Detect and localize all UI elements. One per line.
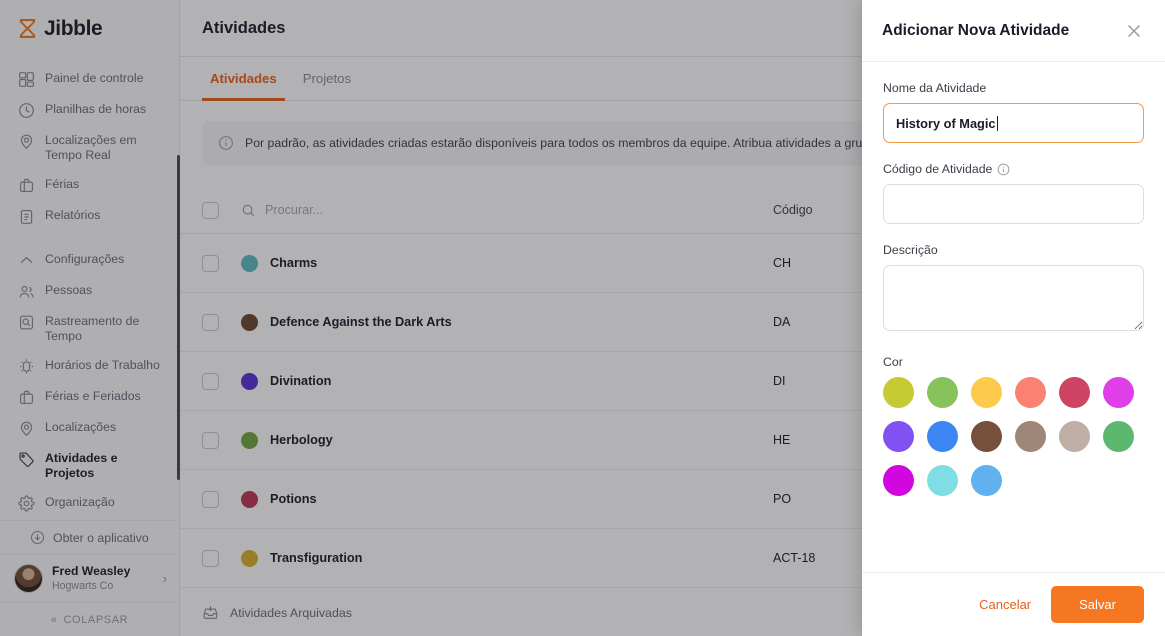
label-nome-da-atividade: Nome da Atividade	[883, 81, 1144, 95]
color-swatch[interactable]	[883, 421, 914, 452]
modal-body: Nome da Atividade History of Magic Códig…	[862, 62, 1165, 572]
color-swatch[interactable]	[1059, 421, 1090, 452]
color-swatch[interactable]	[1103, 421, 1134, 452]
color-swatch[interactable]	[971, 465, 1002, 496]
color-swatch[interactable]	[1103, 377, 1134, 408]
color-swatch[interactable]	[927, 465, 958, 496]
color-swatch[interactable]	[1059, 377, 1090, 408]
color-swatch[interactable]	[883, 465, 914, 496]
text-caret	[996, 115, 998, 131]
info-icon[interactable]	[997, 163, 1010, 176]
close-icon[interactable]	[1123, 20, 1145, 42]
color-swatch[interactable]	[927, 377, 958, 408]
activity-description-textarea[interactable]	[883, 265, 1144, 331]
activity-name-value: History of Magic	[896, 115, 996, 131]
add-activity-modal: Adicionar Nova Atividade Nome da Ativida…	[862, 0, 1165, 636]
label-cor: Cor	[883, 355, 1144, 369]
color-swatch-grid	[883, 377, 1144, 496]
color-swatch[interactable]	[927, 421, 958, 452]
activity-name-input[interactable]: History of Magic	[883, 103, 1144, 143]
cancel-button[interactable]: Cancelar	[973, 589, 1037, 620]
color-swatch[interactable]	[971, 421, 1002, 452]
modal-footer: Cancelar Salvar	[862, 572, 1165, 636]
label-codigo-de-atividade: Código de Atividade	[883, 162, 1144, 176]
app-window: Jibble Painel de controle Planilhas de h…	[0, 0, 1165, 636]
label-descricao: Descrição	[883, 243, 1144, 257]
color-swatch[interactable]	[1015, 421, 1046, 452]
color-swatch[interactable]	[971, 377, 1002, 408]
label-text: Código de Atividade	[883, 162, 993, 176]
save-button[interactable]: Salvar	[1051, 586, 1144, 623]
activity-code-input[interactable]	[883, 184, 1144, 224]
label-text: Cor	[883, 355, 903, 369]
color-swatch[interactable]	[1015, 377, 1046, 408]
modal-title: Adicionar Nova Atividade	[882, 21, 1070, 39]
label-text: Nome da Atividade	[883, 81, 987, 95]
label-text: Descrição	[883, 243, 938, 257]
color-swatch[interactable]	[883, 377, 914, 408]
modal-header: Adicionar Nova Atividade	[862, 0, 1165, 62]
